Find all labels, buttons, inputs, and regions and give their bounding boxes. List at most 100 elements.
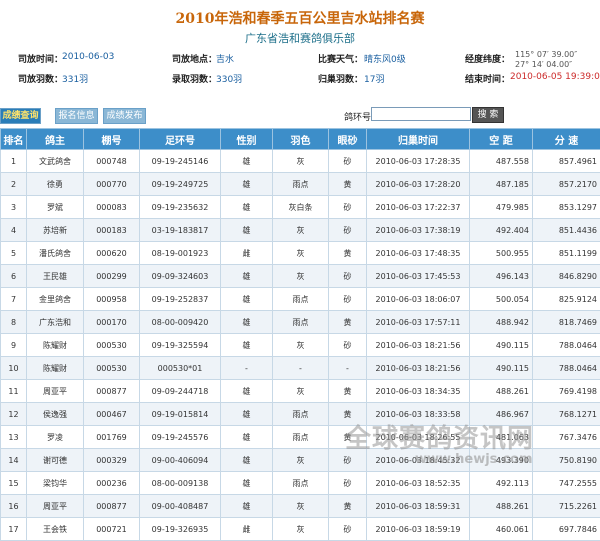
cell-speed: 747.2555 bbox=[533, 472, 600, 495]
cell-loft: 000620 bbox=[84, 242, 140, 265]
cell-speed: 715.2261 bbox=[533, 495, 600, 518]
cell-eye: 黄 bbox=[329, 173, 367, 196]
cell-loft: 000329 bbox=[84, 449, 140, 472]
cell-color: 灰白条 bbox=[273, 196, 329, 219]
release-count-value: 331羽 bbox=[62, 72, 88, 85]
cell-owner: 周亚平 bbox=[27, 380, 84, 403]
cell-ring: 09-19-325594 bbox=[140, 334, 221, 357]
cell-sex: 雄 bbox=[221, 334, 273, 357]
cell-loft: 001769 bbox=[84, 426, 140, 449]
table-row: 4苏培新00018303-19-183817雄灰砂2010-06-03 17:3… bbox=[1, 219, 600, 242]
cell-color: 灰 bbox=[273, 518, 329, 541]
search-button[interactable]: 搜 索 bbox=[472, 107, 504, 123]
recorded-count-label: 录取羽数： bbox=[172, 72, 217, 85]
cell-arrival: 2010-06-03 17:22:37 bbox=[367, 196, 470, 219]
cell-owner: 陈耀财 bbox=[27, 334, 84, 357]
recorded-count-value: 330羽 bbox=[216, 72, 242, 85]
weather-value: 晴东风0级 bbox=[364, 52, 406, 65]
cell-ring: 08-00-009420 bbox=[140, 311, 221, 334]
cell-speed: 788.0464 bbox=[533, 357, 600, 380]
cell-loft: 000877 bbox=[84, 380, 140, 403]
release-place-value: 吉水 bbox=[216, 52, 234, 65]
cell-eye: 黄 bbox=[329, 242, 367, 265]
cell-color: 灰 bbox=[273, 334, 329, 357]
cell-rank: 2 bbox=[1, 173, 27, 196]
cell-owner: 罗斌 bbox=[27, 196, 84, 219]
cell-color: 灰 bbox=[273, 380, 329, 403]
cell-owner: 徐勇 bbox=[27, 173, 84, 196]
cell-distance: 460.061 bbox=[470, 518, 533, 541]
cell-arrival: 2010-06-03 18:21:56 bbox=[367, 334, 470, 357]
cell-sex: 雄 bbox=[221, 449, 273, 472]
cell-arrival: 2010-06-03 18:34:35 bbox=[367, 380, 470, 403]
longitude-value: 115° 07′ 39.00″ bbox=[515, 50, 577, 60]
col-loft: 棚号 bbox=[84, 129, 140, 150]
cell-eye: - bbox=[329, 357, 367, 380]
cell-eye: 砂 bbox=[329, 265, 367, 288]
cell-sex: 雄 bbox=[221, 495, 273, 518]
cell-color: 灰 bbox=[273, 265, 329, 288]
cell-ring: 09-19-245576 bbox=[140, 426, 221, 449]
cell-distance: 500.955 bbox=[470, 242, 533, 265]
col-ring: 足环号 bbox=[140, 129, 221, 150]
coordinates: 115° 07′ 39.00″ 27° 14′ 04.00″ bbox=[515, 50, 577, 70]
cell-distance: 496.143 bbox=[470, 265, 533, 288]
cell-arrival: 2010-06-03 17:45:53 bbox=[367, 265, 470, 288]
cell-eye: 砂 bbox=[329, 150, 367, 173]
cell-eye: 砂 bbox=[329, 219, 367, 242]
cell-ring: 09-19-245146 bbox=[140, 150, 221, 173]
cell-rank: 13 bbox=[1, 426, 27, 449]
cell-distance: 487.185 bbox=[470, 173, 533, 196]
returned-count-value: 17羽 bbox=[364, 72, 384, 85]
cell-loft: 000958 bbox=[84, 288, 140, 311]
cell-eye: 砂 bbox=[329, 288, 367, 311]
cell-eye: 砂 bbox=[329, 196, 367, 219]
cell-speed: 697.7846 bbox=[533, 518, 600, 541]
cell-ring: 000530*01 bbox=[140, 357, 221, 380]
cell-arrival: 2010-06-03 18:59:31 bbox=[367, 495, 470, 518]
cell-sex: 雄 bbox=[221, 265, 273, 288]
cell-ring: 09-09-244718 bbox=[140, 380, 221, 403]
cell-distance: 490.115 bbox=[470, 357, 533, 380]
cell-color: 雨点 bbox=[273, 426, 329, 449]
col-owner: 鸽主 bbox=[27, 129, 84, 150]
cell-owner: 侯逸强 bbox=[27, 403, 84, 426]
cell-sex: 雄 bbox=[221, 472, 273, 495]
release-count-label: 司放羽数： bbox=[18, 72, 63, 85]
cell-rank: 11 bbox=[1, 380, 27, 403]
cell-ring: 09-00-408487 bbox=[140, 495, 221, 518]
col-distance: 空 距 bbox=[470, 129, 533, 150]
cell-rank: 5 bbox=[1, 242, 27, 265]
table-row: 3罗斌00008309-19-235632雄灰白条砂2010-06-03 17:… bbox=[1, 196, 600, 219]
cell-distance: 488.261 bbox=[470, 495, 533, 518]
cell-speed: 767.3476 bbox=[533, 426, 600, 449]
cell-distance: 487.558 bbox=[470, 150, 533, 173]
cell-arrival: 2010-06-03 17:48:35 bbox=[367, 242, 470, 265]
cell-owner: 金里鸽舍 bbox=[27, 288, 84, 311]
cell-sex: 雄 bbox=[221, 403, 273, 426]
cell-sex: 雄 bbox=[221, 196, 273, 219]
table-row: 6王民雄00029909-09-324603雄灰砂2010-06-03 17:4… bbox=[1, 265, 600, 288]
table-row: 1文武鸽舍00074809-19-245146雄灰砂2010-06-03 17:… bbox=[1, 150, 600, 173]
cell-owner: 周亚平 bbox=[27, 495, 84, 518]
cell-loft: 000467 bbox=[84, 403, 140, 426]
results-query-button[interactable]: 成绩查询 bbox=[0, 108, 41, 124]
registration-info-button[interactable]: 报名信息 bbox=[55, 108, 98, 124]
cell-color: 灰 bbox=[273, 219, 329, 242]
col-eye: 眼砂 bbox=[329, 129, 367, 150]
results-publish-button[interactable]: 成绩发布 bbox=[103, 108, 146, 124]
table-row: 11周亚平00087709-09-244718雄灰黄2010-06-03 18:… bbox=[1, 380, 600, 403]
table-row: 5潘氏鸽舍00062008-19-001923雌灰黄2010-06-03 17:… bbox=[1, 242, 600, 265]
cell-ring: 08-19-001923 bbox=[140, 242, 221, 265]
cell-sex: 雄 bbox=[221, 219, 273, 242]
cell-owner: 陈耀财 bbox=[27, 357, 84, 380]
cell-loft: 000721 bbox=[84, 518, 140, 541]
cell-loft: 000083 bbox=[84, 196, 140, 219]
table-row: 17王会铁00072109-19-326935雌灰砂2010-06-03 18:… bbox=[1, 518, 600, 541]
page-title: 2010年浩和春季五百公里吉水站排名赛 bbox=[0, 8, 600, 28]
cell-color: 雨点 bbox=[273, 311, 329, 334]
cell-sex: 雄 bbox=[221, 288, 273, 311]
ring-number-input[interactable] bbox=[371, 107, 471, 121]
cell-speed: 769.4198 bbox=[533, 380, 600, 403]
cell-sex: 雌 bbox=[221, 242, 273, 265]
